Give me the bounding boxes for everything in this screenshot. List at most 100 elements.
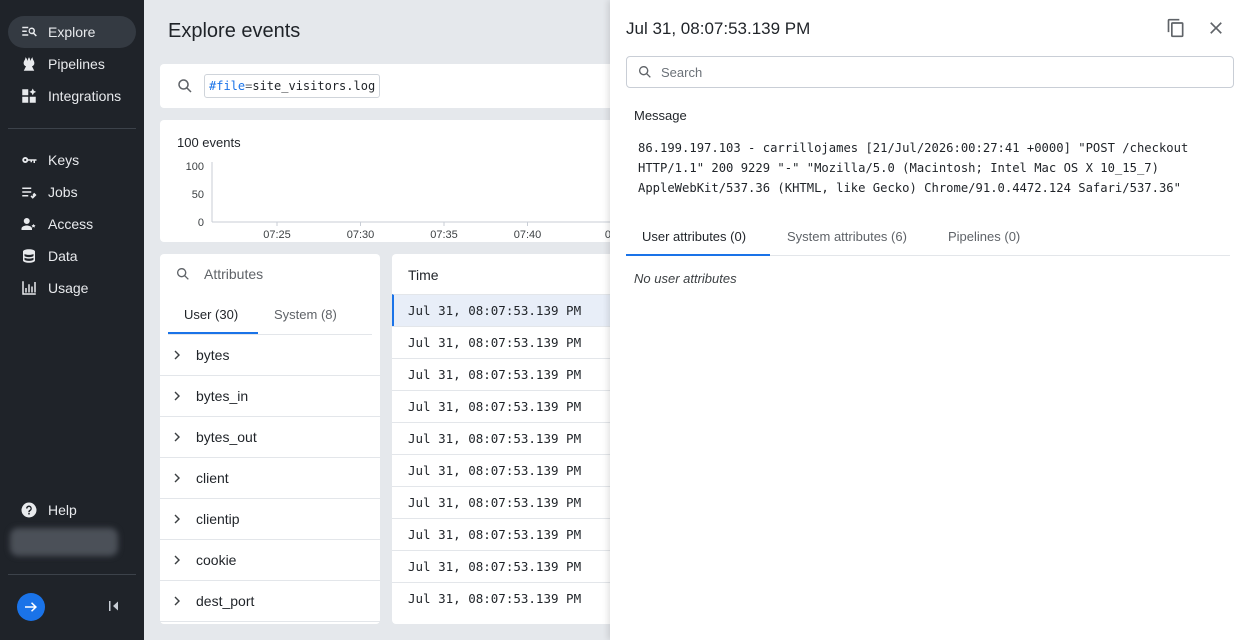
query-value: site_visitors.log: [252, 79, 376, 93]
sidebar-item-label: Keys: [48, 152, 80, 168]
sidebar-item-jobs[interactable]: Jobs: [8, 176, 136, 208]
attribute-name: cookie: [196, 552, 237, 568]
search-icon: [639, 66, 651, 78]
sidebar-item-label: Data: [48, 248, 78, 264]
attribute-name: client: [196, 470, 229, 486]
key-icon: [22, 157, 37, 163]
active-tab-indicator: [168, 332, 258, 334]
table-row[interactable]: Jul 31, 08:07:53.139 PM: [392, 582, 632, 614]
query-key: #file: [209, 79, 246, 93]
message-line: HTTP/1.1" 200 9229 "-" "Mozilla/5.0 (Mac…: [638, 161, 1159, 175]
bar-chart-icon: [22, 281, 36, 295]
detail-search-field[interactable]: [626, 56, 1234, 88]
sidebar-item-keys[interactable]: Keys: [8, 144, 136, 176]
sidebar: Explore Pipelines Integrations Keys Jobs…: [0, 0, 144, 640]
sidebar-item-label: Explore: [48, 24, 96, 40]
table-row[interactable]: Jul 31, 08:07:53.139 PM: [392, 518, 632, 550]
collapse-sidebar-button[interactable]: [106, 598, 122, 614]
page-title: Explore events: [168, 20, 301, 42]
attribute-name: bytes_out: [196, 429, 257, 445]
empty-state-text: No user attributes: [634, 271, 737, 286]
attribute-row[interactable]: client: [160, 458, 380, 499]
close-button[interactable]: [1206, 18, 1226, 38]
x-tick-label: 07:25: [263, 229, 291, 241]
attribute-row[interactable]: cookie: [160, 540, 380, 581]
tab-user-attributes[interactable]: User (30): [184, 307, 238, 322]
query-filter-chip[interactable]: #file=site_visitors.log: [204, 74, 381, 98]
chevron-right-icon: [174, 514, 180, 524]
y-tick-label: 100: [186, 161, 204, 173]
table-row[interactable]: Jul 31, 08:07:53.139 PM: [392, 390, 632, 422]
table-row[interactable]: Jul 31, 08:07:53.139 PM: [392, 358, 632, 390]
attribute-row[interactable]: clientip: [160, 499, 380, 540]
access-icon: [21, 218, 36, 230]
search-icon: [178, 79, 192, 93]
table-row[interactable]: Jul 31, 08:07:53.139 PM: [392, 486, 632, 518]
table-row[interactable]: Jul 31, 08:07:53.139 PM: [392, 422, 632, 454]
pipelines-icon: [23, 57, 35, 71]
attribute-name: dest_port: [196, 593, 255, 609]
x-tick-label: 07:30: [347, 229, 375, 241]
sidebar-divider: [8, 574, 136, 575]
table-row[interactable]: Jul 31, 08:07:53.139 PM: [392, 550, 632, 582]
sidebar-item-data[interactable]: Data: [8, 240, 136, 272]
tab-system-attributes[interactable]: System (8): [274, 307, 337, 322]
sidebar-item-label: Pipelines: [48, 56, 105, 72]
sidebar-item-label: Help: [48, 502, 77, 518]
event-detail-title: Jul 31, 08:07:53.139 PM: [626, 19, 811, 38]
integrations-icon: [22, 88, 37, 103]
table-row[interactable]: Jul 31, 08:07:53.139 PM: [392, 454, 632, 486]
table-row[interactable]: Jul 31, 08:07:53.139 PM: [392, 294, 632, 326]
tab-pipelines-detail[interactable]: Pipelines (0): [948, 229, 1020, 244]
sidebar-item-access[interactable]: Access: [8, 208, 136, 240]
sidebar-item-explore[interactable]: Explore: [8, 16, 136, 48]
events-count: 100 events: [177, 135, 241, 150]
attribute-name: bytes_in: [196, 388, 249, 404]
copy-icon: [1167, 18, 1184, 38]
sidebar-item-label: Usage: [48, 280, 89, 296]
x-tick-label: 07:40: [514, 229, 542, 241]
y-tick-label: 0: [198, 217, 204, 229]
close-icon: [1210, 22, 1222, 34]
message-body: 86.199.197.103 - carrillojames [21/Jul/2…: [638, 138, 1218, 198]
attribute-name: bytes: [196, 347, 230, 363]
message-label: Message: [634, 108, 687, 123]
sidebar-item-integrations[interactable]: Integrations: [8, 80, 136, 112]
active-tab-indicator: [626, 254, 770, 256]
x-tick-label: 07:35: [430, 229, 458, 241]
message-line: 86.199.197.103 - carrillojames [21/Jul/2…: [638, 141, 1189, 155]
tab-system-attributes-detail[interactable]: System attributes (6): [787, 229, 907, 244]
sidebar-item-pipelines[interactable]: Pipelines: [8, 48, 136, 80]
chevron-right-icon: [174, 350, 180, 360]
help-icon: [21, 502, 37, 518]
arrow-right-icon: [25, 602, 37, 612]
tab-user-attributes-detail[interactable]: User attributes (0): [642, 229, 746, 244]
attribute-row[interactable]: bytes_in: [160, 376, 380, 417]
copy-button[interactable]: [1166, 18, 1186, 38]
sidebar-divider: [8, 128, 136, 129]
attribute-row[interactable]: bytes_out: [160, 417, 380, 458]
attributes-search-input[interactable]: Attributes: [204, 266, 263, 282]
search-icon: [177, 268, 189, 280]
user-profile[interactable]: [10, 528, 118, 556]
attribute-row[interactable]: bytes: [160, 335, 380, 376]
message-line: AppleWebKit/537.36 (KHTML, like Gecko) C…: [638, 181, 1181, 195]
table-row[interactable]: Jul 31, 08:07:53.139 PM: [392, 326, 632, 358]
chevron-right-icon: [174, 391, 180, 401]
chevron-right-icon: [174, 596, 180, 606]
sidebar-item-usage[interactable]: Usage: [8, 272, 136, 304]
sidebar-item-help[interactable]: Help: [8, 494, 136, 526]
explore-icon: [22, 26, 37, 37]
database-icon: [23, 249, 35, 263]
detail-search-input[interactable]: [661, 57, 1221, 87]
time-column-header[interactable]: Time: [408, 267, 439, 283]
y-tick-label: 50: [192, 189, 204, 201]
sidebar-item-label: Jobs: [48, 184, 78, 200]
chevron-right-icon: [174, 555, 180, 565]
sidebar-item-label: Access: [48, 216, 94, 232]
launch-button[interactable]: [17, 593, 45, 621]
event-detail-panel: [610, 0, 1250, 640]
attribute-row[interactable]: dest_port: [160, 581, 380, 622]
jobs-icon: [22, 187, 37, 199]
collapse-icon: [109, 601, 118, 611]
